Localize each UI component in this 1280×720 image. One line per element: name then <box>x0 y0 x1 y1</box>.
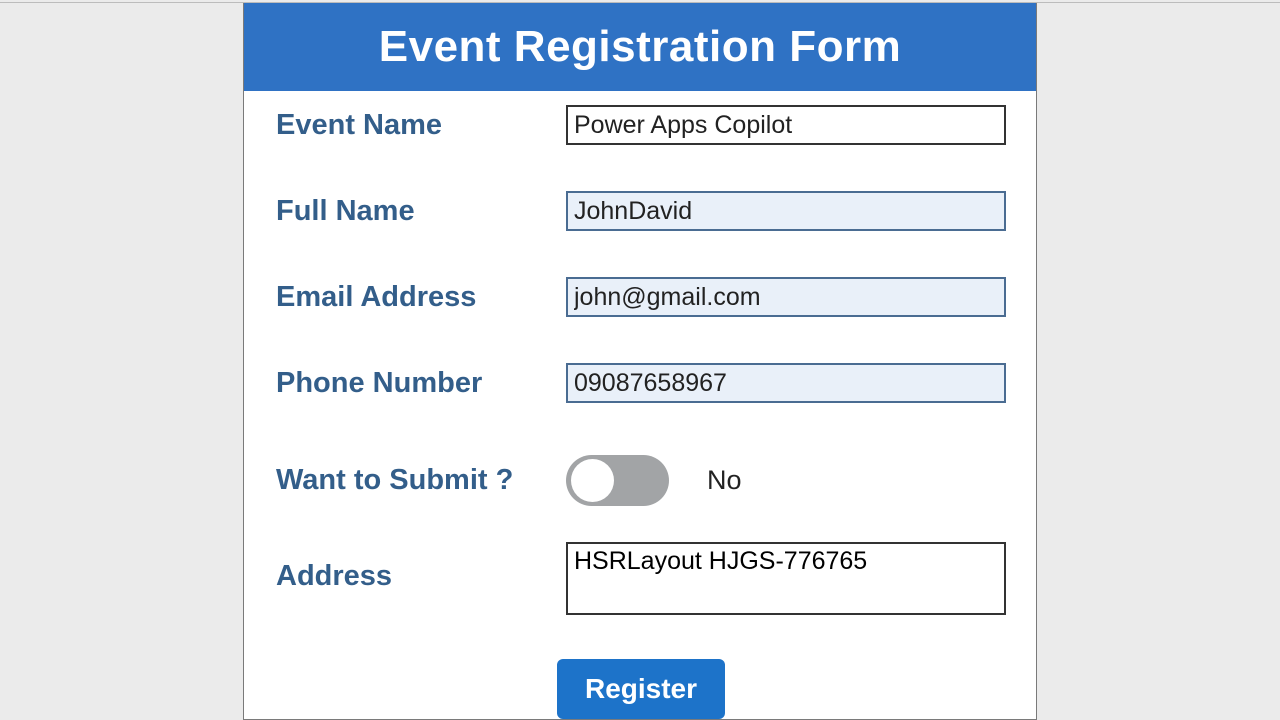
label-email: Email Address <box>276 281 566 314</box>
register-button[interactable]: Register <box>557 659 725 719</box>
submit-toggle[interactable] <box>566 455 669 506</box>
input-full-name[interactable] <box>566 191 1006 231</box>
label-address: Address <box>276 542 566 593</box>
row-event-name: Event Name <box>276 105 1006 145</box>
row-phone: Phone Number <box>276 363 1006 403</box>
input-address[interactable] <box>566 542 1006 615</box>
toggle-cell: No <box>566 455 742 506</box>
form-header: Event Registration Form <box>244 3 1036 91</box>
input-event-name[interactable] <box>566 105 1006 145</box>
toggle-value-text: No <box>707 465 742 496</box>
input-phone[interactable] <box>566 363 1006 403</box>
row-email: Email Address <box>276 277 1006 317</box>
row-full-name: Full Name <box>276 191 1006 231</box>
button-row: Register <box>276 659 1006 719</box>
input-email[interactable] <box>566 277 1006 317</box>
form-body: Event Name Full Name Email Address Phone… <box>244 91 1036 719</box>
label-phone: Phone Number <box>276 367 566 400</box>
form-title: Event Registration Form <box>379 22 901 72</box>
registration-form-card: Event Registration Form Event Name Full … <box>243 3 1037 720</box>
page-divider <box>0 2 1280 3</box>
label-event-name: Event Name <box>276 109 566 142</box>
toggle-knob <box>571 459 614 502</box>
row-submit-toggle: Want to Submit ? No <box>276 455 1006 506</box>
label-submit-toggle: Want to Submit ? <box>276 464 566 497</box>
label-full-name: Full Name <box>276 195 566 228</box>
row-address: Address <box>276 542 1006 615</box>
